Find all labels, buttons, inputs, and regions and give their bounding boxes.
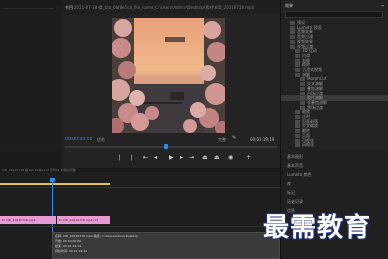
effects-panel: 效果 ≡ 预设 Lumetri 预设 音频效果 音频过渡 视频效果 视频过渡 3D 运动 内滑… (280, 0, 388, 150)
watermark-logo: 最需教育 (263, 213, 372, 243)
timeline-sequence-label: VID_20210718 蝶 tab 0bf8e1c4 序列01 剪辑时间轴 (2, 168, 76, 172)
panel-item-lumetri-color[interactable]: Lumetri 颜色 (287, 172, 312, 177)
effects-search-input[interactable] (285, 11, 383, 18)
project-panel (0, 0, 62, 150)
go-to-in-icon[interactable]: ⇤ (143, 155, 148, 161)
video-clip-1[interactable]: fx VID_20210718.mp4 (0, 216, 56, 224)
time-ruler[interactable] (0, 187, 280, 188)
extract-icon[interactable]: ⏏ (214, 155, 220, 161)
effects-tree-item[interactable]: 风格化 (281, 142, 388, 148)
panel-item-libraries[interactable]: 库 (287, 181, 291, 186)
effects-panel-title: 效果 (285, 3, 293, 8)
monitor-playhead[interactable] (164, 144, 168, 149)
fit-dropdown[interactable]: 适合 (97, 137, 105, 142)
effects-tree: 预设 Lumetri 预设 音频效果 音频过渡 视频效果 视频过渡 3D 运动 内滑 划像 擦除沉… (281, 20, 388, 150)
monitor-timecode-current[interactable]: 00:00:00:00 (65, 137, 92, 142)
add-button-icon[interactable]: + (246, 155, 251, 161)
video-clip-2[interactable]: fx VID_20210718.mp4 [V] (57, 216, 110, 224)
panel-menu-icon[interactable]: ≡ (381, 3, 384, 8)
program-monitor: 节目 2021-07-18 蝶_tab_0bf8e1c4_file_name_C… (62, 0, 280, 168)
timeline-playhead[interactable] (50, 178, 55, 182)
panel-item-history[interactable]: 历史记录 (287, 199, 303, 204)
track-divider (0, 226, 280, 227)
play-icon[interactable]: ▶ (169, 155, 174, 161)
effects-tree-item-label: 风格化 (302, 142, 314, 148)
clip-label: fx VID_20210718.mp4 [V] (59, 218, 98, 222)
work-area-bar[interactable] (0, 183, 110, 185)
step-forward-icon[interactable]: ▸ (180, 155, 183, 161)
monitor-scrubber[interactable] (65, 146, 277, 148)
panel-item-essential-graphics[interactable]: 基本图形 (287, 154, 303, 159)
tooltip-line: 持续时间: 00:01:19:20 (55, 249, 88, 253)
monitor-timecode-total: 00:01:19:19 (250, 137, 275, 142)
panel-item-essential-sound[interactable]: 基本声音 (287, 163, 303, 168)
quality-dropdown[interactable]: 完整 (218, 137, 226, 142)
export-frame-icon[interactable]: ◉ (228, 155, 233, 161)
tooltip-line: 名称: VID_20210718.mp4 路径: C:/Users/Admin/… (55, 234, 139, 238)
divider (4, 8, 54, 9)
mark-out-icon[interactable]: ❘ (129, 155, 134, 161)
lift-icon[interactable]: ⏏ (202, 155, 208, 161)
go-to-out-icon[interactable]: ⇥ (189, 155, 194, 161)
panel-item-markers[interactable]: 标记 (287, 190, 295, 195)
monitor-tab[interactable]: 节目 (65, 5, 73, 10)
step-back-icon[interactable]: ◂ (154, 155, 157, 161)
monitor-source-path: 2021-07-18 蝶_tab_0bf8e1c4_file_name_C:\U… (74, 5, 255, 10)
video-preview[interactable] (112, 18, 225, 133)
video-preview-image (112, 18, 225, 133)
project-panel-header (0, 0, 62, 6)
mark-in-icon[interactable]: ❘ (117, 155, 122, 161)
settings-wrench-icon[interactable]: ✎ (232, 136, 237, 141)
timeline-panel: VID_20210718 蝶 tab 0bf8e1c4 序列01 剪辑时间轴 f… (0, 168, 280, 259)
monitor-header: 节目 2021-07-18 蝶_tab_0bf8e1c4_file_name_C… (62, 0, 280, 14)
clip-label: fx VID_20210718.mp4 (2, 218, 36, 222)
folder-icon (295, 143, 300, 148)
clip-info-tooltip: 名称: VID_20210718.mp4 路径: C:/Users/Admin/… (52, 232, 280, 259)
